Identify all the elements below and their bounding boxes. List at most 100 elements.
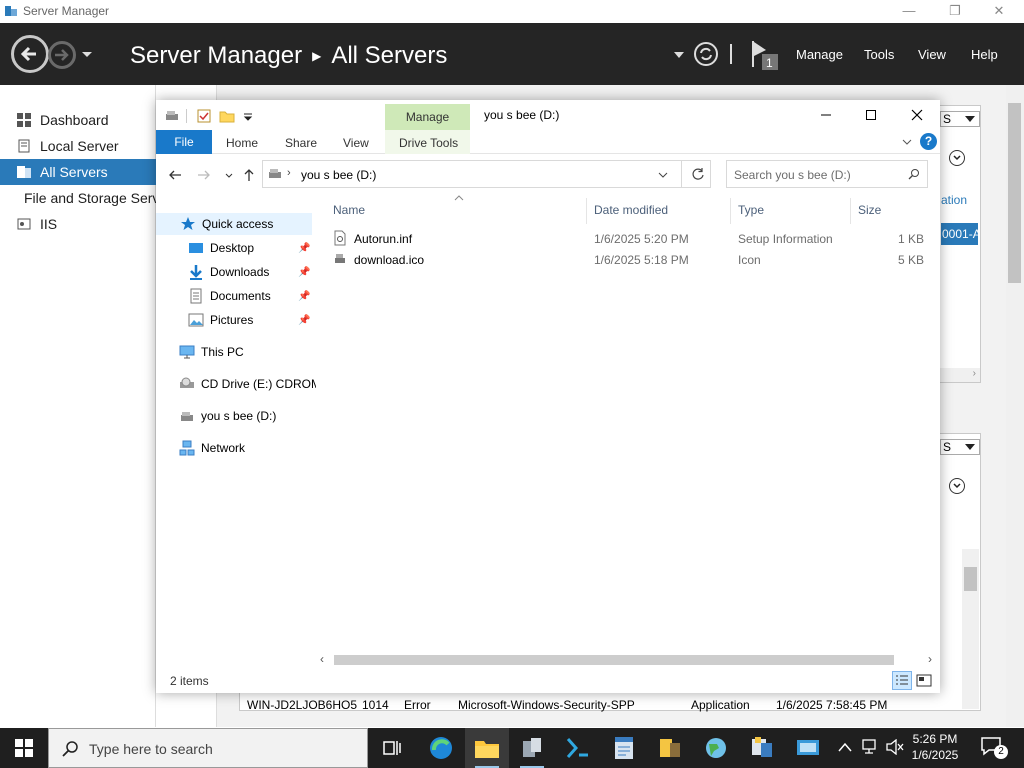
show-hidden-icons-icon[interactable] — [838, 742, 852, 752]
back-arrow-icon[interactable] — [167, 167, 183, 183]
file-row[interactable]: download.ico 1/6/2025 5:18 PM Icon 5 KB — [330, 249, 930, 270]
close-button[interactable] — [894, 100, 940, 130]
recent-locations-icon[interactable] — [221, 167, 237, 183]
nav-pictures[interactable]: Pictures 📌 — [188, 309, 312, 331]
column-header-type[interactable]: Type — [738, 203, 764, 217]
action-center-button[interactable]: 2 — [980, 736, 1010, 760]
taskbar-edge[interactable] — [419, 728, 463, 768]
up-arrow-icon[interactable] — [241, 167, 257, 183]
history-dropdown-icon[interactable] — [82, 49, 92, 59]
taskbar-server-manager[interactable] — [510, 728, 554, 768]
tasks-dropdown[interactable]: S — [940, 111, 980, 127]
refresh-icon[interactable] — [693, 41, 719, 67]
tools-menu[interactable]: Tools — [864, 47, 894, 62]
nav-this-pc[interactable]: This PC — [179, 341, 244, 363]
start-button[interactable] — [0, 728, 48, 768]
help-button[interactable]: ? — [920, 133, 937, 150]
task-view-button[interactable] — [370, 728, 414, 768]
selected-server-row[interactable]: 0001-A — [941, 223, 978, 245]
maximize-button[interactable] — [848, 100, 894, 130]
breadcrumb-chevron-icon[interactable]: › — [287, 167, 291, 179]
forward-button[interactable] — [48, 41, 76, 69]
search-input[interactable] — [734, 168, 904, 182]
nav-downloads[interactable]: Downloads 📌 — [188, 261, 312, 283]
help-menu[interactable]: Help — [971, 47, 998, 62]
manage-menu[interactable]: Manage — [796, 47, 843, 62]
clock[interactable]: 5:26 PM 1/6/2025 — [904, 731, 966, 763]
close-icon — [911, 109, 923, 121]
back-button[interactable] — [11, 35, 49, 73]
chevron-down-icon — [953, 155, 961, 161]
view-menu[interactable]: View — [918, 47, 946, 62]
address-bar[interactable]: › you s bee (D:) — [262, 160, 711, 188]
taskbar-app-globe[interactable] — [694, 728, 738, 768]
file-date: 1/6/2025 5:20 PM — [594, 232, 689, 246]
tasks-dropdown[interactable]: S — [940, 439, 980, 455]
volume-muted-icon[interactable] — [886, 739, 904, 755]
taskbar-search[interactable]: Type here to search — [48, 728, 368, 768]
taskbar-app-remote[interactable] — [786, 728, 830, 768]
sidebar-item-local-server[interactable]: Local Server — [0, 133, 156, 159]
documents-folder-icon — [190, 288, 202, 304]
taskbar-app-tool[interactable] — [648, 728, 692, 768]
network-status-icon[interactable] — [862, 739, 880, 755]
scroll-right-icon[interactable]: › — [928, 652, 932, 666]
scroll-right-icon[interactable]: › — [940, 368, 980, 382]
sidebar-item-file-storage[interactable]: File and Storage Services — [0, 185, 156, 211]
search-box[interactable] — [726, 160, 928, 188]
close-button[interactable]: ✕ — [976, 0, 1022, 23]
nav-d-drive[interactable]: you s bee (D:) — [179, 405, 276, 427]
large-icons-view-icon[interactable] — [916, 673, 932, 688]
sidebar-item-dashboard[interactable]: Dashboard — [0, 107, 156, 133]
nav-network[interactable]: Network — [179, 437, 245, 459]
customize-qa-dropdown-icon[interactable] — [240, 108, 256, 124]
manage-contextual-tab[interactable]: Manage — [385, 104, 470, 130]
nav-documents[interactable]: Documents 📌 — [188, 285, 312, 307]
column-divider[interactable] — [850, 198, 851, 224]
tab-file[interactable]: File — [156, 130, 212, 154]
taskbar-file-explorer[interactable] — [465, 728, 509, 768]
details-view-icon — [896, 675, 908, 685]
properties-icon[interactable] — [196, 108, 212, 124]
nav-desktop[interactable]: Desktop 📌 — [188, 237, 312, 259]
taskbar-app-hyperv[interactable] — [740, 728, 784, 768]
tab-drive-tools[interactable]: Drive Tools — [399, 136, 458, 150]
column-divider[interactable] — [730, 198, 731, 224]
tab-share[interactable]: Share — [285, 136, 317, 150]
horizontal-scrollbar-thumb[interactable] — [334, 655, 894, 665]
address-dropdown-icon[interactable] — [658, 171, 668, 179]
details-view-button[interactable] — [892, 671, 912, 690]
horizontal-scrollbar[interactable]: ‹ › — [316, 652, 940, 668]
minimize-button[interactable]: — — [886, 0, 932, 23]
minimize-button[interactable] — [803, 100, 849, 130]
taskbar-app-notepad[interactable] — [602, 728, 646, 768]
sidebar-item-iis[interactable]: IIS — [0, 211, 156, 237]
page-scrollbar-thumb[interactable] — [1008, 103, 1021, 283]
file-row[interactable]: Autorun.inf 1/6/2025 5:20 PM Setup Infor… — [330, 228, 930, 249]
expand-button[interactable] — [949, 150, 965, 166]
tab-view[interactable]: View — [343, 136, 369, 150]
notifications-flag[interactable]: 1 — [750, 39, 782, 71]
new-folder-icon[interactable] — [219, 108, 235, 124]
sidebar-item-all-servers[interactable]: All Servers — [0, 159, 156, 185]
window-title: Server Manager — [23, 4, 110, 18]
scroll-left-icon[interactable]: ‹ — [320, 652, 324, 666]
dropdown-icon[interactable] — [674, 51, 684, 59]
tab-home[interactable]: Home — [226, 136, 258, 150]
event-row[interactable]: WIN-JD2LJOB6HO5 1014 Error Microsoft-Win… — [243, 697, 978, 715]
events-scrollbar[interactable] — [962, 549, 979, 709]
column-divider[interactable] — [586, 198, 587, 224]
column-header-date[interactable]: Date modified — [594, 203, 668, 217]
nav-quick-access[interactable]: Quick access — [156, 213, 312, 235]
expand-button[interactable] — [949, 478, 965, 494]
forward-arrow-icon[interactable] — [196, 167, 212, 183]
refresh-icon[interactable] — [691, 167, 705, 181]
taskbar-powershell[interactable] — [556, 728, 600, 768]
expand-ribbon-icon[interactable] — [902, 137, 912, 147]
page-scrollbar[interactable] — [1006, 85, 1024, 727]
restore-button[interactable]: ❐ — [932, 0, 978, 23]
column-header-size[interactable]: Size — [858, 203, 881, 217]
column-header-name[interactable]: Name — [333, 203, 365, 217]
events-scrollbar-thumb[interactable] — [964, 567, 977, 591]
nav-cd-drive[interactable]: CD Drive (E:) CDROM — [179, 373, 321, 395]
